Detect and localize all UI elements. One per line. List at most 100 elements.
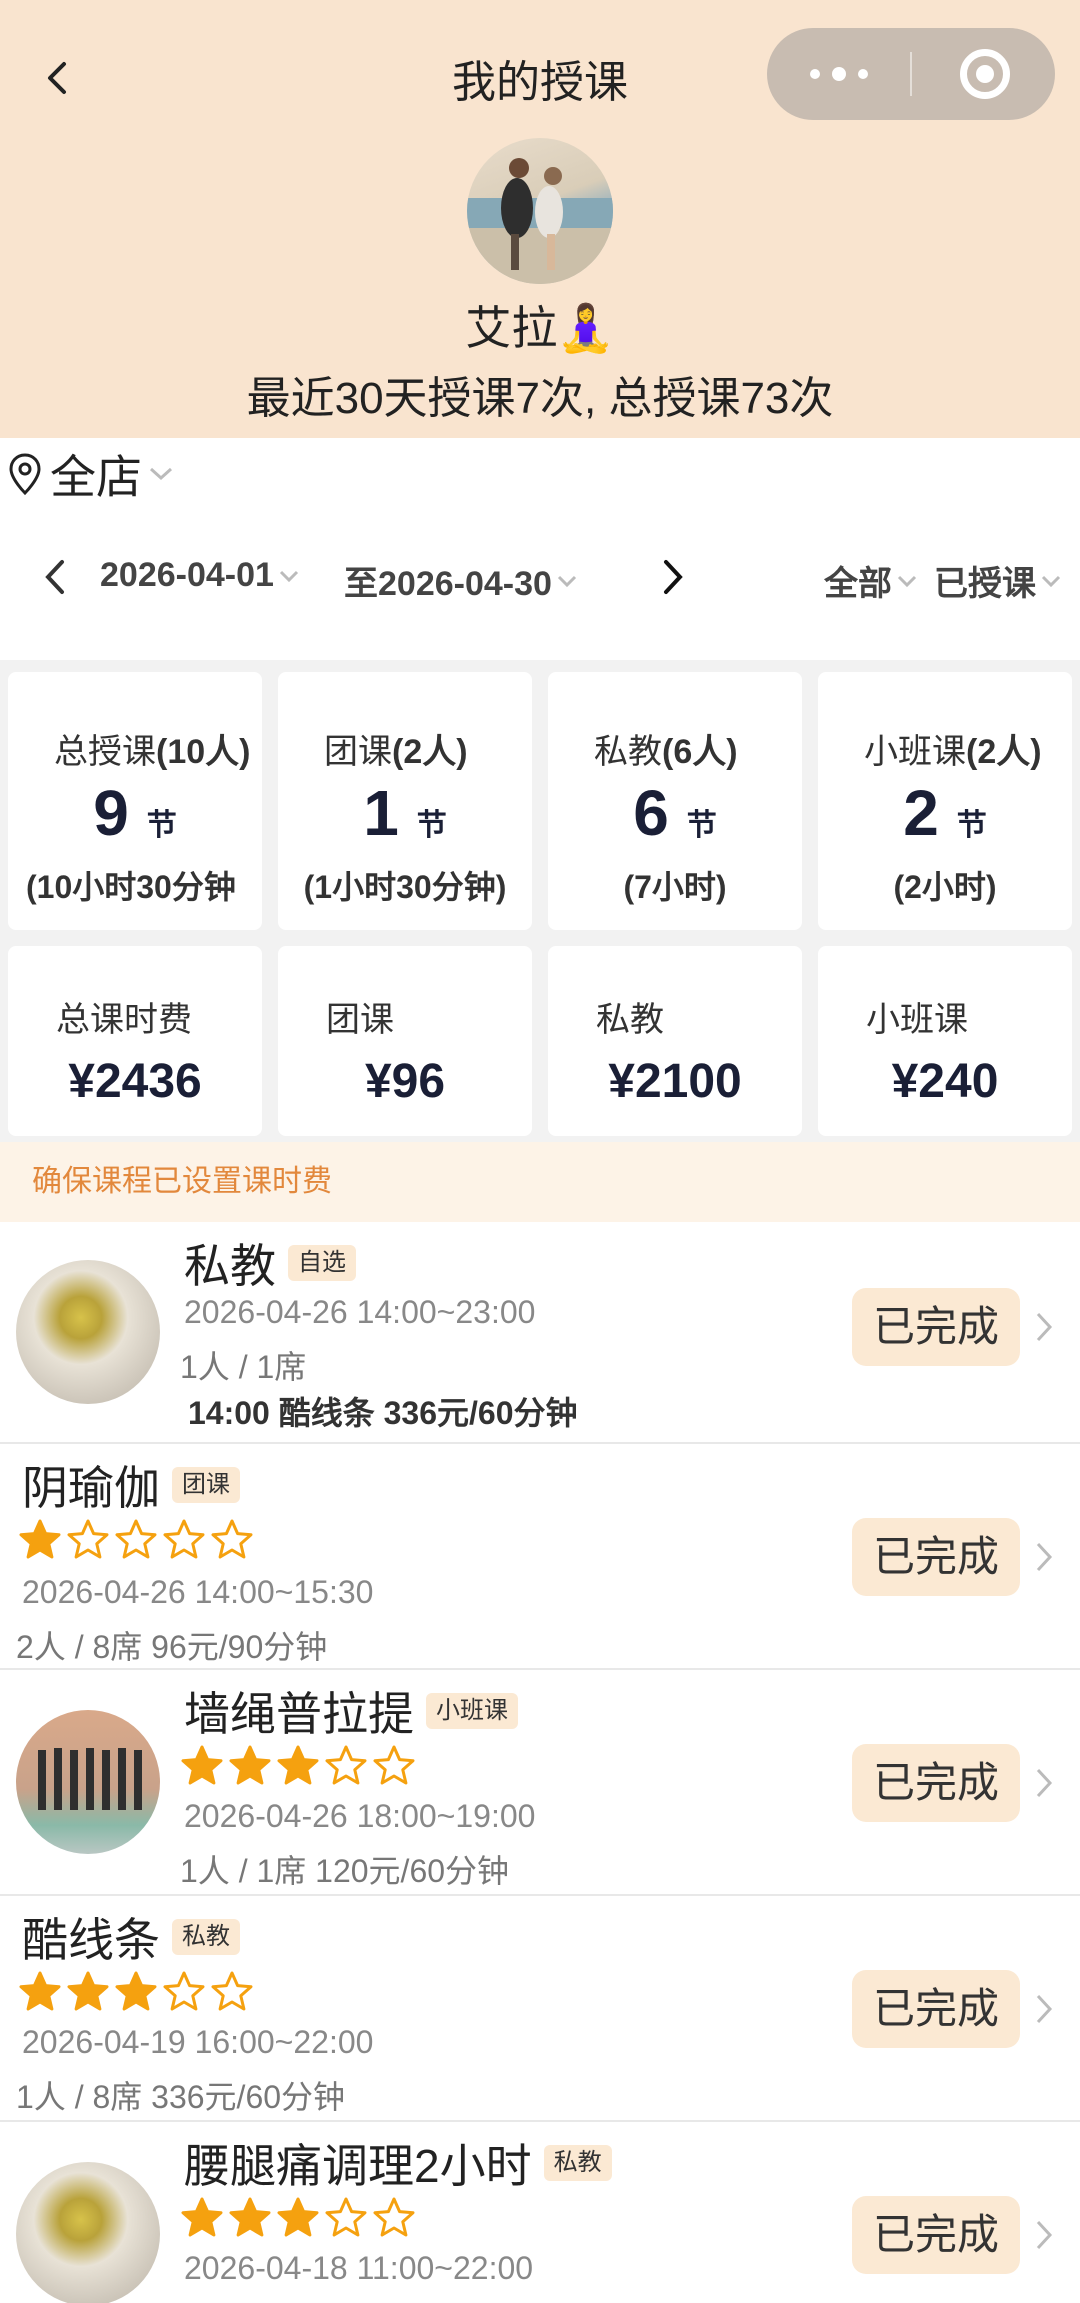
class-name: 私教 自选 (184, 1230, 356, 1296)
chevron-down-icon (897, 575, 917, 587)
fee-card-group: 团课 ¥96 (278, 946, 532, 1136)
stat-label: 总授课(10人) (54, 733, 251, 771)
chevron-right-icon (1036, 1768, 1053, 1798)
stat-value: 1节 (363, 777, 447, 849)
next-month-icon[interactable] (660, 558, 686, 596)
rating-stars (18, 1970, 254, 2014)
stat-label: 私教(6人) (594, 733, 738, 771)
username: 艾拉🧘‍♀️ (465, 302, 615, 354)
start-date: 2026-04-01 (100, 556, 274, 594)
start-date-select[interactable]: 2026-04-01 (100, 556, 300, 595)
rating-stars (180, 2196, 416, 2240)
chevron-right-icon (1036, 2220, 1053, 2250)
fee-notice: 确保课程已设置课时费 (0, 1142, 1080, 1222)
class-item[interactable]: 阴瑜伽 团课 2026-04-26 14:00~15:30 2人 / 8席 96元… (0, 1444, 1080, 1670)
class-seats: 1人 / 1席 120元/60分钟 (180, 1853, 510, 1889)
class-name: 阴瑜伽 团课 (22, 1452, 240, 1518)
class-time: 2026-04-26 14:00~15:30 (22, 1574, 374, 1610)
class-seats: 1人 / 1席 (180, 1349, 307, 1385)
stat-duration: (1小时30分钟) (303, 869, 507, 905)
star-filled-icon (115, 1971, 157, 2011)
stat-duration: (7小时) (623, 869, 727, 905)
fee-card-small-class: 小班课 ¥240 (818, 946, 1072, 1136)
status-filter[interactable]: 已授课 (934, 556, 1062, 605)
status-badge[interactable]: 已完成 (852, 1518, 1020, 1596)
end-date-select[interactable]: 至2026-04-30 (344, 556, 578, 605)
chevron-down-icon (149, 467, 173, 481)
star-empty-icon (115, 1519, 157, 1559)
star-empty-icon (325, 1745, 367, 1785)
more-icon[interactable] (767, 28, 911, 120)
chevron-right-icon (1036, 1994, 1053, 2024)
star-filled-icon (277, 2197, 319, 2237)
status-filter-label: 已授课 (934, 565, 1036, 603)
star-filled-icon (67, 1971, 109, 2011)
class-thumbnail (16, 1710, 160, 1854)
prev-month-icon[interactable] (42, 558, 68, 596)
date-filter-bar: 2026-04-01 至2026-04-30 全部 已授课 (0, 548, 1080, 606)
stat-duration: (10小时30分钟 (26, 869, 236, 905)
class-thumbnail (16, 1260, 160, 1404)
chevron-right-icon (1036, 1542, 1053, 1572)
star-empty-icon (325, 2197, 367, 2237)
class-name: 酷线条 私教 (22, 1904, 240, 1970)
avatar (467, 138, 613, 284)
fee-value: ¥96 (364, 1055, 446, 1108)
class-time: 2026-04-26 18:00~19:00 (184, 1798, 536, 1834)
star-empty-icon (163, 1519, 205, 1559)
star-empty-icon (67, 1519, 109, 1559)
class-name: 墙绳普拉提 小班课 (184, 1678, 518, 1744)
fee-value: ¥2100 (608, 1055, 742, 1108)
fee-label: 私教 (596, 1001, 664, 1039)
fee-label: 小班课 (866, 1001, 968, 1039)
close-miniprogram-icon[interactable] (960, 49, 1010, 99)
chevron-down-icon (557, 575, 576, 587)
class-tag: 私教 (543, 2145, 612, 2181)
chevron-right-icon (1036, 1312, 1053, 1342)
rating-stars (180, 1744, 416, 1788)
stat-card-small-class: 小班课(2人) 2节 (2小时) (818, 672, 1072, 930)
stat-label: 团课(2人) (324, 733, 468, 771)
status-badge[interactable]: 已完成 (852, 1970, 1020, 2048)
chevron-down-icon (1041, 575, 1061, 587)
star-filled-icon (277, 1745, 319, 1785)
fee-card-total: 总课时费 ¥2436 (8, 946, 262, 1136)
class-tag: 自选 (288, 1245, 356, 1281)
class-tag: 小班课 (426, 1693, 518, 1729)
class-item[interactable]: 腰腿痛调理2小时 私教 2026-04-18 11:00~22:00 已完成 (0, 2122, 1080, 2303)
class-time: 2026-04-18 11:00~22:00 (184, 2250, 534, 2286)
miniprogram-capsule (767, 28, 1055, 120)
fee-label: 团课 (326, 1001, 394, 1039)
store-selector[interactable]: 全店 (8, 446, 174, 503)
star-empty-icon (373, 1745, 415, 1785)
star-filled-icon (181, 1745, 223, 1785)
fee-value: ¥2436 (68, 1055, 202, 1108)
star-filled-icon (229, 2197, 271, 2237)
type-filter-label: 全部 (824, 565, 892, 603)
class-name: 腰腿痛调理2小时 私教 (184, 2130, 612, 2196)
status-badge[interactable]: 已完成 (852, 2196, 1020, 2274)
class-item[interactable]: 私教 自选 2026-04-26 14:00~23:00 1人 / 1席 14:0… (0, 1222, 1080, 1444)
class-thumbnail (16, 2162, 160, 2303)
class-item[interactable]: 酷线条 私教 2026-04-19 16:00~22:00 1人 / 8席 336… (0, 1896, 1080, 2122)
stat-value: 2节 (903, 777, 987, 849)
star-empty-icon (373, 2197, 415, 2237)
stat-value: 6节 (633, 777, 717, 849)
chevron-down-icon (279, 570, 298, 582)
star-filled-icon (19, 1971, 61, 2011)
star-empty-icon (211, 1971, 253, 2011)
class-seats: 1人 / 8席 336元/60分钟 (16, 2079, 346, 2115)
class-seats: 2人 / 8席 96元/90分钟 (16, 1629, 328, 1665)
status-badge[interactable]: 已完成 (852, 1744, 1020, 1822)
status-badge[interactable]: 已完成 (852, 1288, 1020, 1366)
rating-stars (18, 1518, 254, 1562)
store-label: 全店 (50, 451, 142, 503)
capsule-divider (910, 52, 912, 96)
class-item[interactable]: 墙绳普拉提 小班课 2026-04-26 18:00~19:00 1人 / 1席 … (0, 1670, 1080, 1896)
fee-card-private: 私教 ¥2100 (548, 946, 802, 1136)
type-filter[interactable]: 全部 (824, 556, 918, 605)
star-filled-icon (181, 2197, 223, 2237)
star-empty-icon (163, 1971, 205, 2011)
stat-value: 9节 (93, 777, 177, 849)
star-filled-icon (229, 1745, 271, 1785)
